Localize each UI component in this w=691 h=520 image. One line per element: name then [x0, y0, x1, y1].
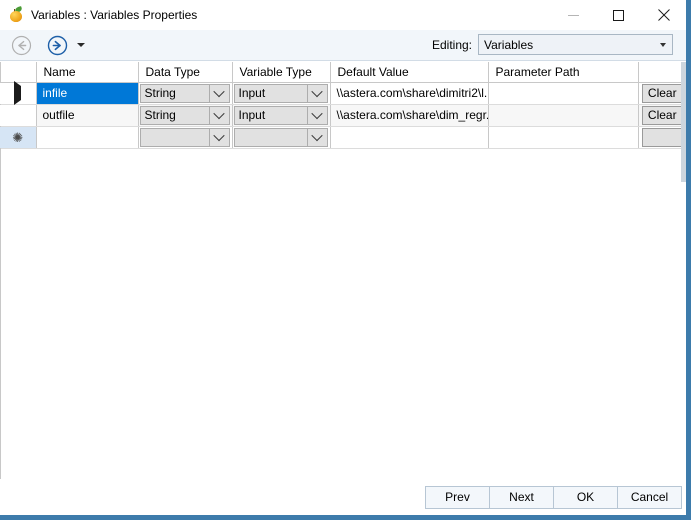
- scrollbar-thumb[interactable]: [681, 62, 686, 182]
- row-selector-cell[interactable]: [0, 104, 36, 126]
- cell-name[interactable]: [36, 126, 138, 148]
- cell-parameter-path[interactable]: [488, 104, 638, 126]
- variable-type-value: Input: [235, 108, 266, 122]
- column-header-variable-type[interactable]: Variable Type: [232, 62, 330, 82]
- chevron-down-icon: [311, 86, 322, 97]
- chevron-down-icon: [213, 86, 224, 97]
- data-type-combobox[interactable]: String: [140, 84, 230, 103]
- variables-grid: Name Data Type Variable Type Default Val…: [0, 62, 686, 149]
- caret-down-icon: [77, 43, 85, 47]
- new-row-asterisk-icon: ✺: [12, 131, 23, 144]
- cell-data-type[interactable]: String: [138, 82, 232, 104]
- forward-button[interactable]: [45, 33, 69, 57]
- cell-variable-type[interactable]: Input: [232, 82, 330, 104]
- minimize-button[interactable]: [551, 0, 596, 30]
- table-row[interactable]: ✺: [0, 126, 686, 148]
- clear-button[interactable]: Clear: [642, 106, 682, 125]
- cell-name[interactable]: infile: [36, 82, 138, 104]
- chevron-down-icon: [311, 108, 322, 119]
- editing-combobox[interactable]: Variables: [478, 34, 673, 55]
- clear-button[interactable]: Clear: [642, 84, 682, 103]
- history-dropdown-button[interactable]: [76, 40, 86, 50]
- chevron-down-icon: [660, 43, 666, 47]
- cell-default-value-text: \\astera.com\share\dim_regr...: [331, 105, 488, 126]
- mango-icon: [8, 7, 24, 23]
- back-button[interactable]: [9, 33, 33, 57]
- variable-type-value: [235, 130, 239, 144]
- column-header-data-type[interactable]: Data Type: [138, 62, 232, 82]
- grid-header-row: Name Data Type Variable Type Default Val…: [0, 62, 686, 82]
- close-button[interactable]: [641, 0, 686, 30]
- cell-name-text: infile: [37, 83, 138, 104]
- cell-action: Clear: [638, 104, 686, 126]
- cell-parameter-path[interactable]: [488, 126, 638, 148]
- variable-type-combobox[interactable]: Input: [234, 106, 328, 125]
- maximize-icon: [613, 10, 624, 21]
- cell-default-value-text: \\astera.com\share\dimitri2\l...: [331, 83, 488, 104]
- chevron-down-icon: [213, 108, 224, 119]
- editing-combobox-value: Variables: [479, 38, 533, 52]
- data-type-value: String: [141, 108, 176, 122]
- grid-vertical-scrollbar[interactable]: [681, 62, 686, 479]
- window-title: Variables : Variables Properties: [31, 0, 197, 30]
- cell-default-value[interactable]: \\astera.com\share\dim_regr...: [330, 104, 488, 126]
- data-type-dropdown-arrow[interactable]: [210, 85, 229, 102]
- editing-combobox-arrow-button[interactable]: [654, 36, 671, 53]
- title-bar: Variables : Variables Properties: [0, 0, 686, 30]
- close-icon: [658, 9, 670, 21]
- table-row[interactable]: outfile String Input: [0, 104, 686, 126]
- prev-button[interactable]: Prev: [425, 486, 490, 509]
- data-type-value: String: [141, 86, 176, 100]
- data-type-value: [141, 130, 145, 144]
- data-type-dropdown-arrow[interactable]: [210, 129, 229, 146]
- dialog-footer: Prev Next OK Cancel: [0, 479, 686, 515]
- cell-default-value[interactable]: [330, 126, 488, 148]
- column-header-parameter-path[interactable]: Parameter Path: [488, 62, 638, 82]
- data-type-combobox[interactable]: String: [140, 106, 230, 125]
- variables-grid-area: Name Data Type Variable Type Default Val…: [0, 61, 686, 479]
- variable-type-dropdown-arrow[interactable]: [308, 107, 327, 124]
- cell-name-text: outfile: [37, 105, 138, 126]
- column-header-action: [638, 62, 686, 82]
- cell-variable-type[interactable]: [232, 126, 330, 148]
- next-button[interactable]: Next: [489, 486, 554, 509]
- cell-variable-type[interactable]: Input: [232, 104, 330, 126]
- cell-data-type[interactable]: [138, 126, 232, 148]
- window-controls: [551, 0, 686, 30]
- data-type-combobox[interactable]: [140, 128, 230, 147]
- cell-data-type[interactable]: String: [138, 104, 232, 126]
- column-header-name[interactable]: Name: [36, 62, 138, 82]
- variable-type-combobox[interactable]: Input: [234, 84, 328, 103]
- forward-arrow-icon: [47, 35, 68, 56]
- chevron-down-icon: [311, 130, 322, 141]
- variables-properties-window: Variables : Variables Properties: [0, 0, 691, 520]
- cancel-button[interactable]: Cancel: [617, 486, 682, 509]
- data-type-dropdown-arrow[interactable]: [210, 107, 229, 124]
- variable-type-combobox[interactable]: [234, 128, 328, 147]
- cell-action: [638, 126, 686, 148]
- variable-type-value: Input: [235, 86, 266, 100]
- row-selector-cell[interactable]: [0, 82, 36, 104]
- minimize-icon: [568, 10, 579, 21]
- variable-type-dropdown-arrow[interactable]: [308, 129, 327, 146]
- column-header-default-value[interactable]: Default Value: [330, 62, 488, 82]
- cell-action: Clear: [638, 82, 686, 104]
- back-arrow-icon: [11, 35, 32, 56]
- clear-button[interactable]: [642, 128, 682, 147]
- maximize-button[interactable]: [596, 0, 641, 30]
- variable-type-dropdown-arrow[interactable]: [308, 85, 327, 102]
- editing-label: Editing:: [432, 38, 472, 52]
- navigation-toolbar: Editing: Variables: [0, 30, 686, 61]
- current-row-triangle-icon: [14, 81, 21, 105]
- editing-selector: Editing: Variables: [432, 34, 673, 55]
- column-header-rowselector: [0, 62, 36, 82]
- cell-parameter-path[interactable]: [488, 82, 638, 104]
- row-selector-cell[interactable]: ✺: [0, 126, 36, 148]
- ok-button[interactable]: OK: [553, 486, 618, 509]
- cell-name[interactable]: outfile: [36, 104, 138, 126]
- chevron-down-icon: [213, 130, 224, 141]
- table-row[interactable]: infile String Input: [0, 82, 686, 104]
- cell-default-value[interactable]: \\astera.com\share\dimitri2\l...: [330, 82, 488, 104]
